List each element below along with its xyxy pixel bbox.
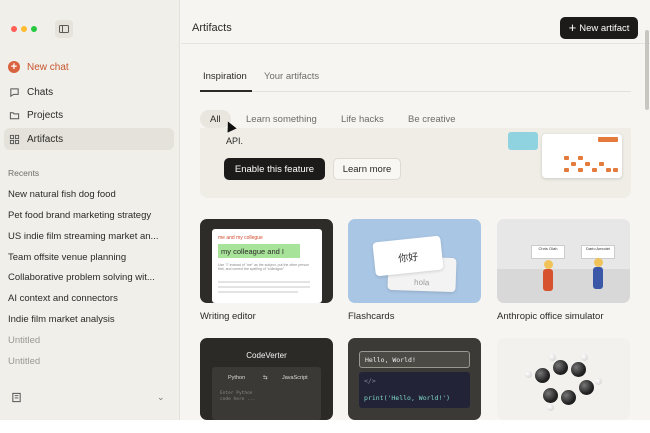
new-chat-button[interactable]: + New chat bbox=[4, 56, 174, 78]
new-artifact-button[interactable]: + New artifact bbox=[560, 17, 638, 39]
page-title: Artifacts bbox=[192, 22, 232, 34]
main-content: Artifacts + New artifact Inspiration You… bbox=[181, 0, 650, 420]
learn-more-button[interactable]: Learn more bbox=[333, 158, 401, 180]
placeholder-line bbox=[218, 286, 310, 288]
grid-icon bbox=[8, 133, 20, 145]
plus-circle-icon: + bbox=[8, 61, 20, 73]
office-floor bbox=[497, 269, 630, 303]
name-board: Dario Amodei bbox=[581, 245, 615, 259]
card-label: Writing editor bbox=[200, 311, 256, 322]
code-placeholder-line: code here ... bbox=[220, 397, 256, 402]
name-board: Chris Olah bbox=[531, 245, 565, 259]
hello-input: Hello, World! bbox=[359, 351, 470, 368]
carbon-atom bbox=[553, 360, 568, 375]
codeverter-title: CodeVerter bbox=[246, 351, 287, 360]
filter-be-creative[interactable]: Be creative bbox=[398, 110, 466, 128]
scrollbar[interactable] bbox=[645, 30, 649, 110]
sidebar-item-label: Projects bbox=[27, 109, 64, 121]
banner-illustration bbox=[508, 132, 538, 150]
tab-inspiration[interactable]: Inspiration bbox=[203, 71, 247, 82]
flashcard-front: 你好 bbox=[372, 235, 444, 277]
chat-bubble-icon bbox=[8, 86, 20, 98]
swap-icon: ⇆ bbox=[263, 375, 268, 381]
sidebar-item-label: Artifacts bbox=[27, 133, 64, 145]
source-language: Python bbox=[228, 375, 246, 381]
preview-eyebrow: me and my collegue bbox=[218, 235, 263, 241]
feature-banner: API. Enable this feature Learn more bbox=[200, 128, 631, 198]
writing-preview: me and my collegue my colleague and I Us… bbox=[212, 229, 322, 303]
toggle-sidebar-button[interactable] bbox=[55, 20, 73, 38]
chevron-down-icon[interactable]: ⌄ bbox=[157, 392, 165, 403]
code-line: print('Hello, World!') bbox=[364, 394, 451, 402]
character-body bbox=[543, 269, 553, 291]
hydrogen-atom bbox=[581, 354, 588, 361]
folder-icon bbox=[8, 109, 20, 121]
recent-chat-item[interactable]: Untitled bbox=[8, 356, 173, 367]
recent-chat-item[interactable]: New natural fish dog food bbox=[8, 189, 173, 200]
carbon-atom bbox=[579, 380, 594, 395]
character-head bbox=[544, 260, 553, 269]
account-icon[interactable] bbox=[11, 392, 22, 406]
recent-chat-item[interactable]: Team offsite venue planning bbox=[8, 252, 173, 263]
character-head bbox=[594, 258, 603, 267]
maximize-window-button[interactable] bbox=[31, 26, 37, 32]
tabs-divider bbox=[200, 91, 631, 92]
highlighted-suggestion: my colleague and I bbox=[218, 244, 300, 258]
artifact-card-molecule[interactable] bbox=[497, 338, 630, 420]
code-placeholder: Enter Python code here ... bbox=[220, 391, 255, 403]
code-output: </> print('Hello, World!') bbox=[359, 372, 470, 408]
hydrogen-atom bbox=[549, 354, 556, 361]
sidebar-item-artifacts[interactable]: Artifacts bbox=[4, 128, 174, 150]
recent-chat-item[interactable]: Indie film market analysis bbox=[8, 314, 173, 325]
placeholder-line bbox=[218, 291, 298, 293]
card-label: Flashcards bbox=[348, 311, 395, 322]
recent-chat-item[interactable]: Untitled bbox=[8, 335, 173, 346]
top-bar: Artifacts + New artifact bbox=[181, 0, 650, 44]
minimize-window-button[interactable] bbox=[21, 26, 27, 32]
artifact-card-flashcards[interactable]: hola 你好 bbox=[348, 219, 481, 303]
card-label: Anthropic office simulator bbox=[497, 311, 604, 322]
suggestion-text: Use "I" instead of "me" as the subject, … bbox=[218, 263, 309, 271]
filter-learn-something[interactable]: Learn something bbox=[236, 110, 327, 128]
window-controls bbox=[11, 26, 37, 32]
banner-chart-illustration bbox=[542, 134, 622, 178]
hydrogen-atom bbox=[547, 404, 554, 411]
sidebar-toggle-icon bbox=[59, 25, 69, 33]
sidebar-item-projects[interactable]: Projects bbox=[4, 104, 174, 126]
new-artifact-label: New artifact bbox=[579, 22, 630, 34]
carbon-atom bbox=[561, 390, 576, 405]
carbon-atom bbox=[543, 388, 558, 403]
recents-heading: Recents bbox=[8, 168, 40, 178]
enable-feature-button[interactable]: Enable this feature bbox=[224, 158, 325, 180]
recent-chat-item[interactable]: AI context and connectors bbox=[8, 293, 173, 304]
carbon-atom bbox=[535, 368, 550, 383]
recent-chat-item[interactable]: Pet food brand marketing strategy bbox=[8, 210, 173, 221]
artifact-card-codeverter[interactable]: CodeVerter Python ⇆ JavaScript Enter Pyt… bbox=[200, 338, 333, 420]
recent-chat-item[interactable]: Collaborative problem solving wit... bbox=[8, 272, 173, 283]
hydrogen-atom bbox=[595, 378, 602, 385]
code-tag: </> bbox=[364, 377, 376, 385]
artifact-card-hello-world[interactable]: Hello, World! </> print('Hello, World!') bbox=[348, 338, 481, 420]
new-chat-label: New chat bbox=[27, 61, 69, 73]
hydrogen-atom bbox=[525, 371, 532, 378]
close-window-button[interactable] bbox=[11, 26, 17, 32]
carbon-atom bbox=[571, 362, 586, 377]
app-window: + New chat Chats Projects Artifacts Rece… bbox=[0, 0, 650, 420]
active-tab-indicator bbox=[200, 90, 252, 92]
artifact-card-office-simulator[interactable]: Chris Olah Dario Amodei bbox=[497, 219, 630, 303]
filter-life-hacks[interactable]: Life hacks bbox=[331, 110, 394, 128]
recent-chat-item[interactable]: US indie film streaming market an... bbox=[8, 231, 173, 242]
artifact-card-writing-editor[interactable]: me and my collegue my colleague and I Us… bbox=[200, 219, 333, 303]
sidebar-item-label: Chats bbox=[27, 86, 54, 98]
tab-your-artifacts[interactable]: Your artifacts bbox=[264, 71, 319, 82]
banner-text: API. bbox=[226, 136, 244, 146]
plus-icon: + bbox=[568, 20, 577, 35]
placeholder-line bbox=[218, 281, 310, 283]
sidebar-item-chats[interactable]: Chats bbox=[4, 81, 174, 103]
target-language: JavaScript bbox=[282, 375, 308, 381]
character-body bbox=[593, 267, 603, 289]
codeverter-panel: Python ⇆ JavaScript Enter Python code her… bbox=[212, 367, 321, 420]
sidebar: + New chat Chats Projects Artifacts Rece… bbox=[0, 0, 180, 420]
code-placeholder-line: Enter Python bbox=[220, 391, 253, 396]
